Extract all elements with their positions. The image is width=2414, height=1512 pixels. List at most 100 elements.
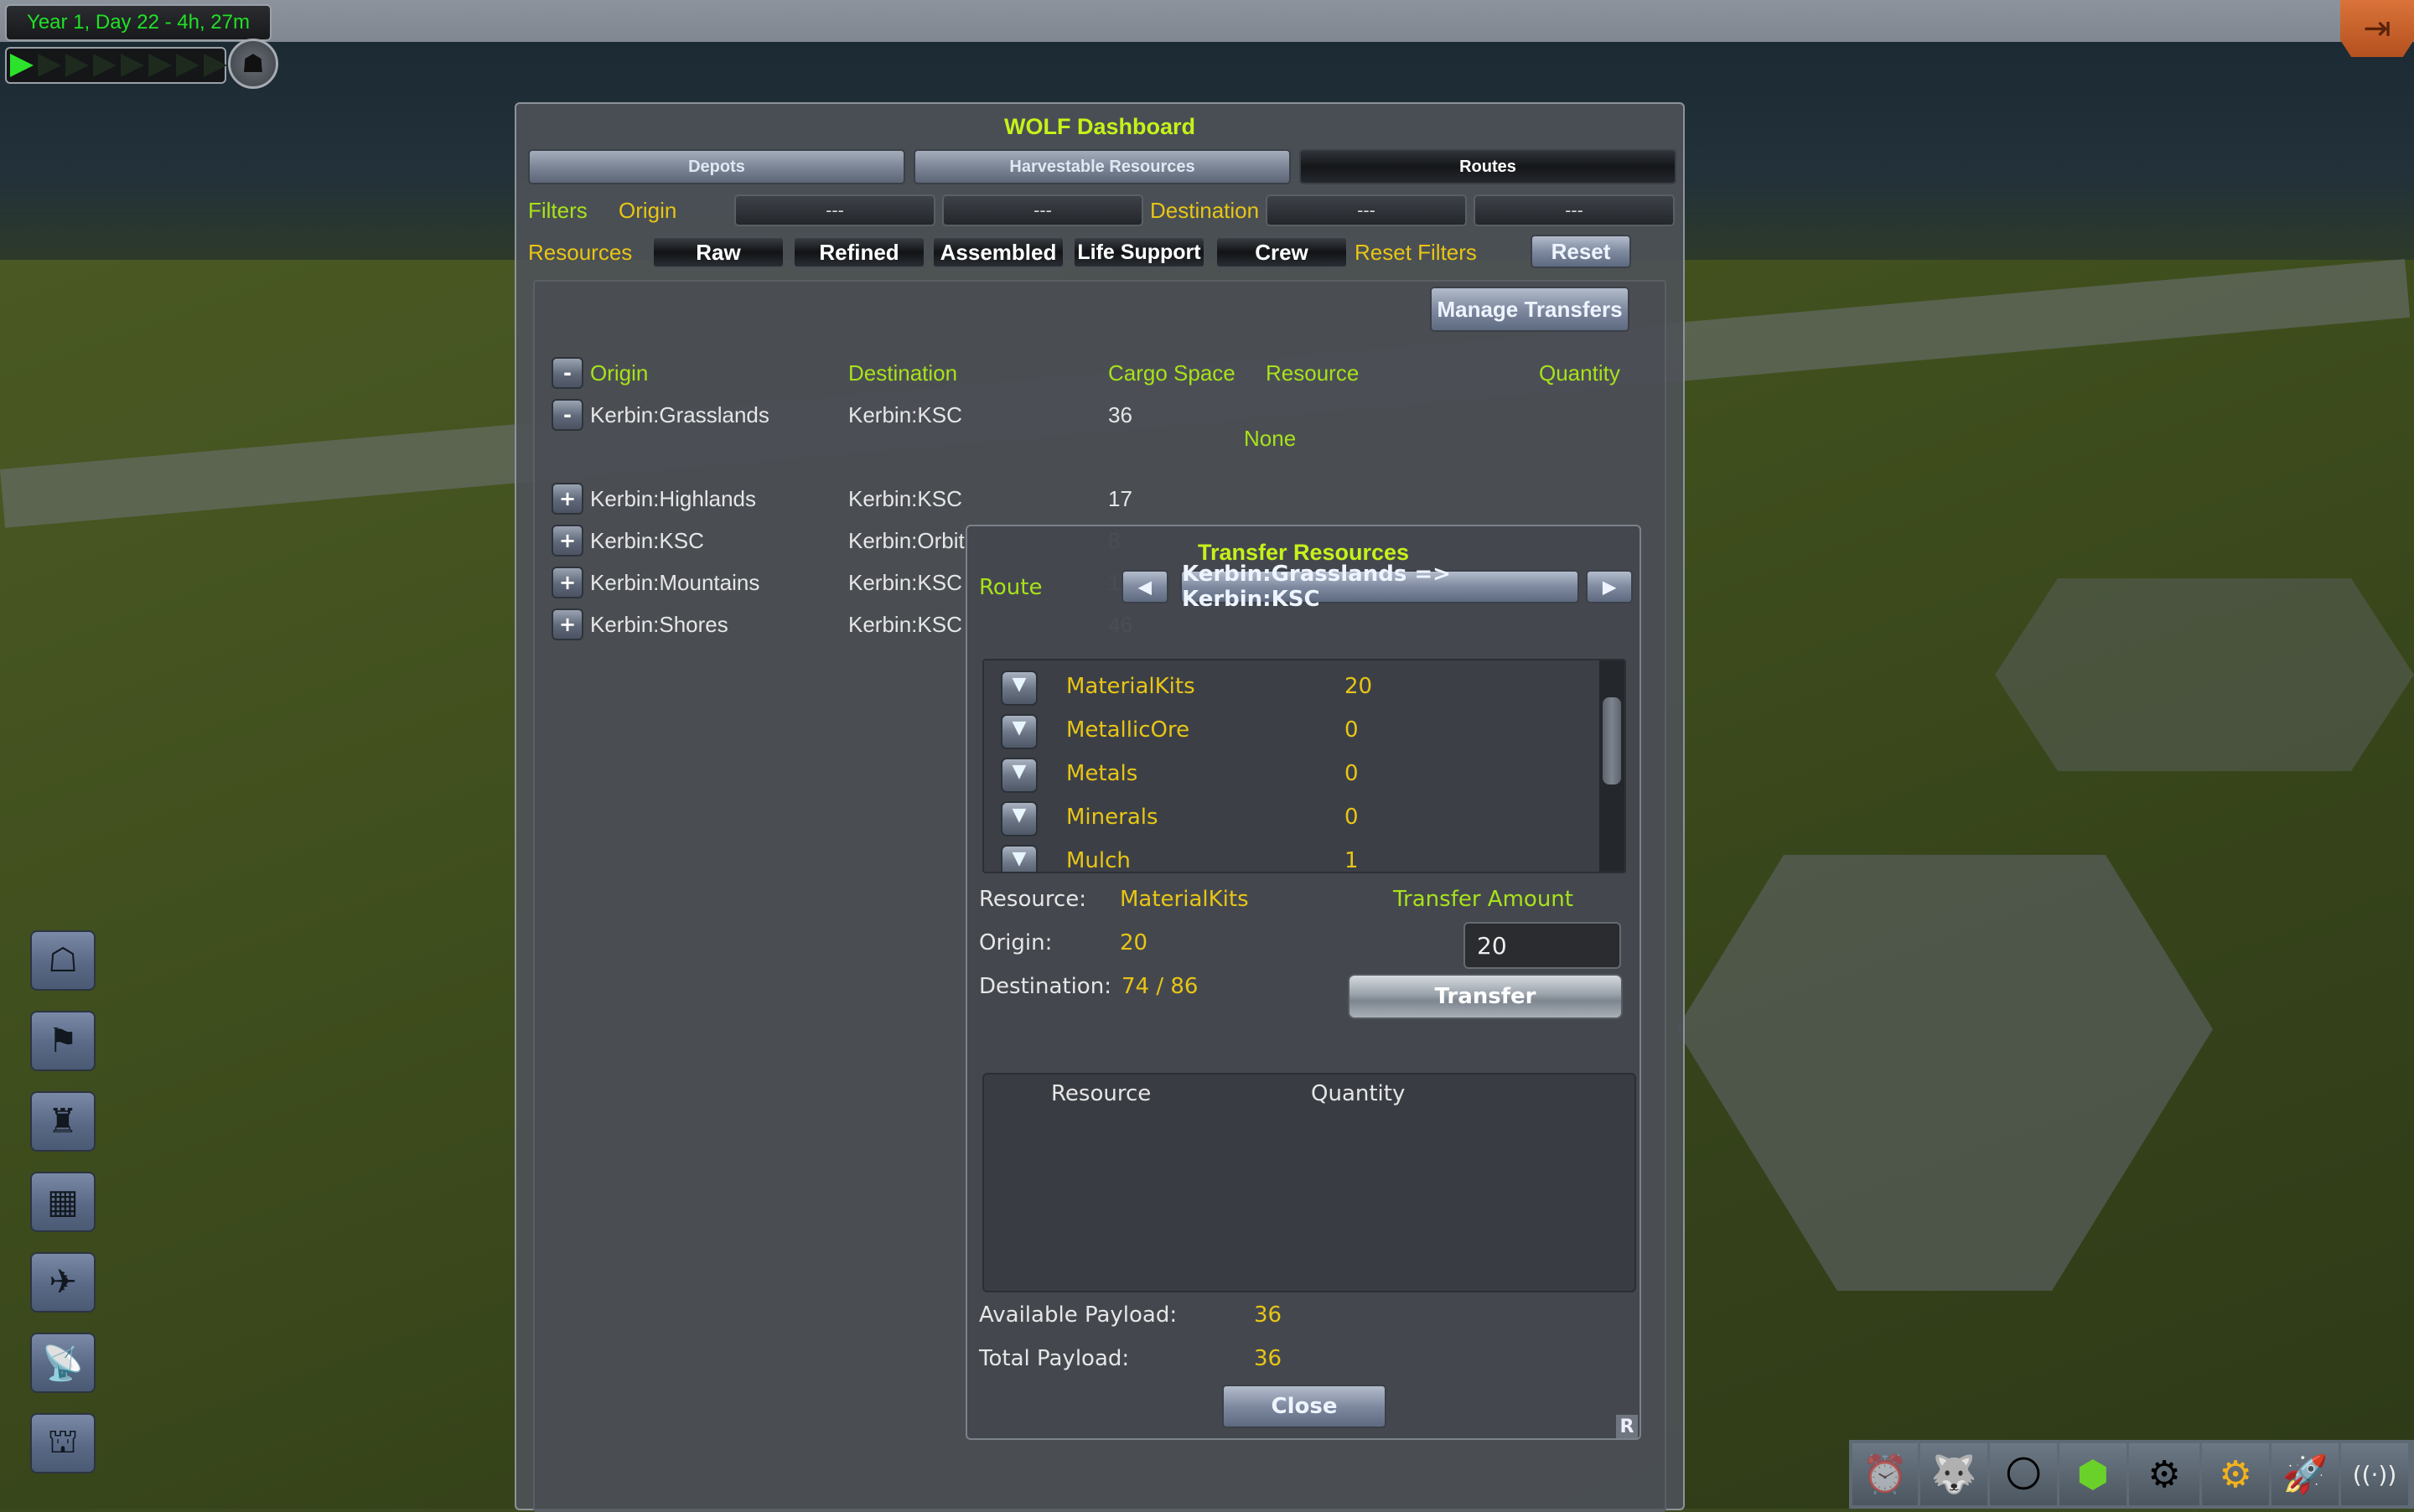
column-header-destination: Destination: [848, 360, 958, 386]
resource-quantity: 0: [1344, 761, 1359, 786]
filter-crew-button[interactable]: Crew: [1215, 236, 1348, 268]
repair-gear-button[interactable]: ⚙: [2202, 1443, 2269, 1505]
transfer-amount-input[interactable]: 20: [1463, 922, 1621, 969]
route-origin: Kerbin:Mountains: [590, 570, 760, 595]
scrollbar-thumb[interactable]: [1603, 697, 1621, 784]
select-resource-button[interactable]: ▼: [1001, 845, 1038, 872]
reset-button[interactable]: Reset: [1531, 235, 1631, 268]
warp-level-icon[interactable]: [176, 54, 199, 77]
resource-row[interactable]: ▼ Mulch 1: [1001, 841, 1588, 873]
vehicle-assembly-icon: ⛫: [47, 1421, 79, 1461]
sunrise-icon[interactable]: ☗: [228, 39, 278, 89]
destination-filter-label: Destination: [1150, 198, 1260, 223]
rocket-notebook-button[interactable]: 🚀: [2272, 1443, 2339, 1505]
route-label: Route: [979, 575, 1043, 600]
filter-life-support-button[interactable]: Life Support: [1073, 236, 1205, 268]
available-payload-value: 36: [1254, 1302, 1282, 1328]
triangle-down-icon: ▼: [1012, 761, 1027, 782]
time-warp-control[interactable]: [5, 47, 227, 84]
launch-pad-icon: ♜: [48, 1102, 78, 1141]
warp-level-icon[interactable]: [204, 54, 227, 77]
vehicle-assembly-button[interactable]: ⛫: [30, 1413, 96, 1473]
origin-filter-dropdown-2[interactable]: ---: [942, 194, 1143, 226]
filter-raw-button[interactable]: Raw: [652, 236, 785, 268]
route-resources-none: None: [1244, 426, 1297, 451]
warp-level-icon[interactable]: [65, 54, 89, 77]
route-row: + Kerbin:Highlands Kerbin:KSC 17: [535, 483, 1624, 525]
warp-level-icon[interactable]: [38, 54, 61, 77]
destination-filter-dropdown-1[interactable]: ---: [1266, 194, 1467, 226]
tracking-station-button[interactable]: 📡: [30, 1333, 96, 1393]
route-selector[interactable]: Kerbin:Grasslands => Kerbin:KSC: [1180, 562, 1579, 612]
column-header-quantity: Quantity: [1539, 360, 1620, 386]
rocket-notebook-icon: 🚀: [2282, 1453, 2329, 1496]
resource-list-scrollbar[interactable]: [1599, 660, 1624, 872]
route-destination: Kerbin:KSC: [848, 402, 962, 427]
alarm-clock-button[interactable]: ⏰: [1852, 1443, 1918, 1505]
play-icon[interactable]: [10, 54, 34, 77]
expand-route-button[interactable]: +: [552, 525, 583, 557]
select-resource-button[interactable]: ▼: [1001, 758, 1038, 793]
expand-route-button[interactable]: +: [552, 483, 583, 515]
next-route-button[interactable]: ▶: [1586, 570, 1633, 603]
filters-label: Filters: [528, 198, 588, 223]
resource-row[interactable]: ▼ Minerals 0: [1001, 798, 1588, 841]
collapse-all-button[interactable]: -: [552, 357, 583, 389]
resize-handle[interactable]: R: [1616, 1415, 1638, 1438]
resource-row[interactable]: ▼ Metals 0: [1001, 754, 1588, 798]
astronaut-complex-button[interactable]: ☖: [30, 930, 96, 991]
dashboard-title: WOLF Dashboard: [1004, 114, 1195, 139]
route-destination: Kerbin:KSC: [848, 570, 962, 595]
spaceplane-hangar-button[interactable]: ✈: [30, 1252, 96, 1313]
route-cargo-space: 36: [1108, 402, 1132, 427]
resource-quantity: 20: [1344, 674, 1373, 699]
green-cube-icon: ⬢: [2076, 1452, 2110, 1496]
resource-row[interactable]: ▼ MaterialKits 20: [1001, 667, 1588, 711]
wolf-button[interactable]: 🐺: [1920, 1443, 1987, 1505]
warp-level-icon[interactable]: [121, 54, 144, 77]
filter-refined-button[interactable]: Refined: [793, 236, 925, 268]
destination-filter-dropdown-2[interactable]: ---: [1474, 194, 1675, 226]
select-resource-button[interactable]: ▼: [1001, 801, 1038, 836]
runway-button[interactable]: ▦: [30, 1172, 96, 1232]
origin-filter-dropdown-1[interactable]: ---: [734, 194, 935, 226]
moon-flag-button[interactable]: 🌕: [1990, 1443, 2057, 1505]
resource-name: MaterialKits: [1066, 674, 1195, 699]
tab-depots[interactable]: Depots: [528, 149, 905, 184]
administration-icon: ⚑: [48, 1022, 78, 1060]
tab-routes[interactable]: Routes: [1299, 149, 1676, 184]
destination-amount-label: Destination:: [979, 974, 1111, 999]
warp-level-icon[interactable]: [93, 54, 117, 77]
close-button[interactable]: Close: [1222, 1385, 1386, 1428]
exit-scene-icon[interactable]: ⇥: [2340, 0, 2414, 57]
filter-assembled-button[interactable]: Assembled: [932, 236, 1065, 268]
expand-route-button[interactable]: +: [552, 608, 583, 640]
origin-filter-label: Origin: [619, 198, 677, 223]
route-origin: Kerbin:KSC: [590, 528, 704, 553]
warp-level-icon[interactable]: [148, 54, 172, 77]
resource-list: ▼ MaterialKits 20 ▼ MetallicOre 0 ▼ Metals 0 ▼ Min…: [982, 659, 1626, 873]
launch-pad-button[interactable]: ♜: [30, 1091, 96, 1152]
spaceplane-hangar-icon: ✈: [49, 1263, 77, 1302]
commnet-signal-button[interactable]: ((·)): [2341, 1443, 2408, 1505]
green-cube-button[interactable]: ⬢: [2059, 1443, 2126, 1505]
repair-gear-icon: ⚙: [2219, 1452, 2252, 1496]
rover-factory-button[interactable]: ⚙: [2129, 1443, 2199, 1505]
expand-route-button[interactable]: +: [552, 567, 583, 598]
wolf-icon: 🐺: [1930, 1453, 1977, 1496]
collapse-route-button[interactable]: -: [552, 399, 583, 431]
administration-button[interactable]: ⚑: [30, 1011, 96, 1071]
selected-resource-label: Resource:: [979, 887, 1086, 912]
alarm-clock-icon: ⏰: [1862, 1453, 1909, 1496]
select-resource-button[interactable]: ▼: [1001, 714, 1038, 749]
column-header-origin: Origin: [590, 360, 649, 386]
triangle-down-icon: ▼: [1012, 674, 1027, 695]
resource-quantity: 1: [1344, 848, 1359, 873]
tab-harvestable-resources[interactable]: Harvestable Resources: [914, 149, 1291, 184]
resource-row[interactable]: ▼ MetallicOre 0: [1001, 711, 1588, 754]
select-resource-button[interactable]: ▼: [1001, 671, 1038, 706]
previous-route-button[interactable]: ◀: [1122, 570, 1168, 603]
transfer-button[interactable]: Transfer: [1348, 974, 1623, 1019]
route-row: - Kerbin:Grasslands Kerbin:KSC 36: [535, 399, 1624, 441]
manage-transfers-button[interactable]: Manage Transfers: [1430, 287, 1629, 332]
